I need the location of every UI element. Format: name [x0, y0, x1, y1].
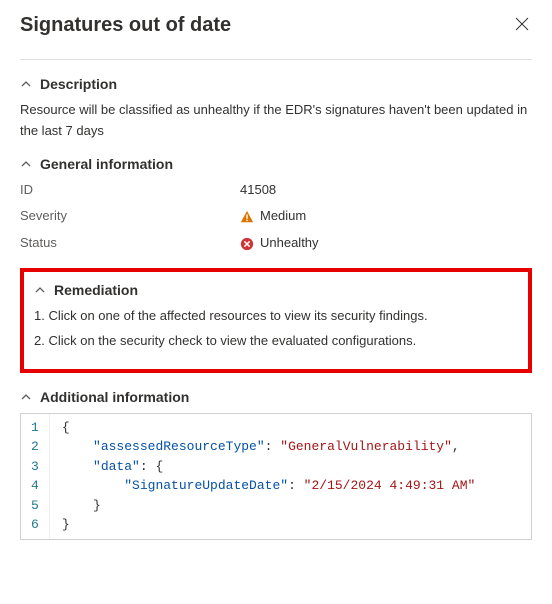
- page-title: Signatures out of date: [20, 14, 231, 37]
- line-number: 6: [31, 515, 39, 535]
- remediation-step-1: 1. Click on one of the affected resource…: [34, 306, 518, 326]
- chevron-up-icon: [34, 284, 46, 296]
- code-gutter: 1 2 3 4 5 6: [21, 414, 50, 539]
- section-title-remediation: Remediation: [54, 282, 138, 298]
- close-icon: [514, 16, 530, 32]
- section-title-general: General information: [40, 156, 173, 172]
- chevron-up-icon: [20, 158, 32, 170]
- section-toggle-description[interactable]: Description: [20, 76, 532, 92]
- section-title-description: Description: [40, 76, 117, 92]
- section-toggle-general[interactable]: General information: [20, 156, 532, 172]
- line-number: 5: [31, 496, 39, 516]
- line-number: 1: [31, 418, 39, 438]
- close-button[interactable]: [512, 14, 532, 34]
- code-content: { "assessedResourceType": "GeneralVulner…: [50, 414, 531, 539]
- description-text: Resource will be classified as unhealthy…: [20, 100, 532, 142]
- label-status: Status: [20, 233, 240, 254]
- section-description: Description Resource will be classified …: [20, 76, 532, 142]
- info-row-id: ID 41508: [20, 180, 532, 201]
- chevron-up-icon: [20, 391, 32, 403]
- info-row-status: Status Unhealthy: [20, 233, 532, 254]
- divider: [20, 59, 532, 60]
- line-number: 2: [31, 437, 39, 457]
- label-id: ID: [20, 180, 240, 201]
- section-general: General information ID 41508 Severity Me…: [20, 156, 532, 254]
- value-id: 41508: [240, 180, 276, 201]
- value-status: Unhealthy: [260, 233, 319, 254]
- chevron-up-icon: [20, 78, 32, 90]
- error-icon: [240, 237, 254, 251]
- warning-icon: [240, 210, 254, 224]
- section-title-additional: Additional information: [40, 389, 189, 405]
- line-number: 3: [31, 457, 39, 477]
- section-remediation: Remediation 1. Click on one of the affec…: [20, 268, 532, 373]
- remediation-step-2: 2. Click on the security check to view t…: [34, 331, 518, 351]
- code-viewer[interactable]: 1 2 3 4 5 6 { "assessedResourceType": "G…: [20, 413, 532, 540]
- section-toggle-additional[interactable]: Additional information: [20, 389, 532, 405]
- section-toggle-remediation[interactable]: Remediation: [34, 282, 518, 298]
- line-number: 4: [31, 476, 39, 496]
- section-additional: Additional information 1 2 3 4 5 6 { "as…: [20, 389, 532, 540]
- info-row-severity: Severity Medium: [20, 206, 532, 227]
- label-severity: Severity: [20, 206, 240, 227]
- value-severity: Medium: [260, 206, 306, 227]
